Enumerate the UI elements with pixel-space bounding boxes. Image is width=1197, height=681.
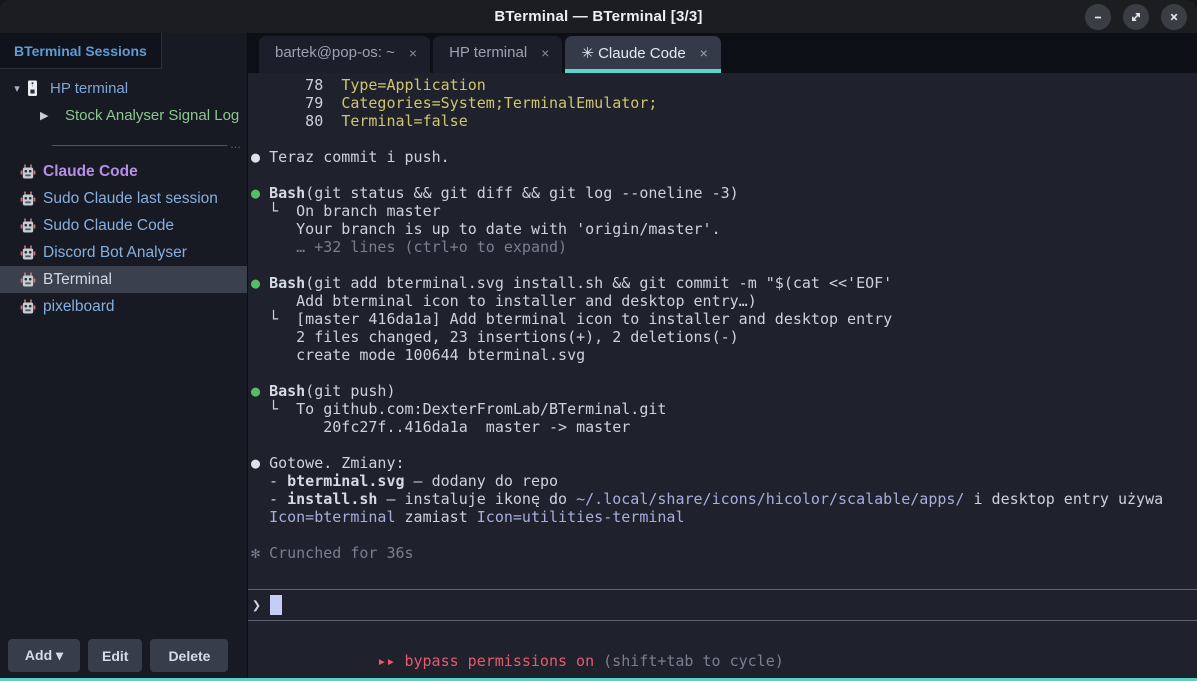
prompt-input[interactable]: ❯ — [248, 589, 1197, 621]
sidebar-session-sudo-claude-code[interactable]: Sudo Claude Code — [0, 212, 247, 239]
sessions-panel-title: BTerminal Sessions — [0, 33, 162, 69]
session-label: Sudo Claude Code — [43, 217, 174, 235]
status-mode-label: bypass permissions on — [404, 652, 594, 670]
sidebar-spacer — [0, 320, 247, 639]
status-arrows-icon: ▸▸ — [377, 652, 404, 670]
app-window: BTerminal — BTerminal [3/3] — [0, 0, 1197, 681]
terminal-line: 79 Categories=System;TerminalEmulator; — [251, 94, 1197, 112]
session-label: BTerminal — [43, 271, 112, 289]
tab-bar: bartek@pop-os: ~×HP terminal×✳ Claude Co… — [248, 33, 1197, 73]
tab-label: bartek@pop-os: ~ — [275, 44, 395, 61]
play-icon: ▶ — [40, 109, 56, 122]
terminal-output: 78 Type=Application 79 Categories=System… — [248, 73, 1197, 562]
sidebar-item-stock-analyser-signal-log[interactable]: ▶ Stock Analyser Signal Log — [0, 102, 247, 129]
close-button[interactable] — [1161, 4, 1187, 30]
terminal-line — [251, 526, 1197, 544]
minimize-button[interactable] — [1085, 4, 1111, 30]
robot-icon — [20, 272, 36, 288]
terminal-view[interactable]: 78 Type=Application 79 Categories=System… — [248, 73, 1197, 678]
tab-hp-terminal[interactable]: HP terminal × — [433, 36, 562, 73]
session-label: pixelboard — [43, 298, 115, 316]
sidebar-session-claude-code[interactable]: Claude Code — [0, 158, 247, 185]
permissions-status: ▸▸ bypass permissions on (shift+tab to c… — [248, 634, 1197, 678]
terminal-line: Add bterminal icon to installer and desk… — [251, 292, 1197, 310]
maximize-icon — [1129, 10, 1143, 24]
session-label: Discord Bot Analyser — [43, 244, 187, 262]
terminal-line: └ To github.com:DexterFromLab/BTerminal.… — [251, 400, 1197, 418]
terminal-line: ● Teraz commit i push. — [251, 148, 1197, 166]
terminal-line: Icon=bterminal zamiast Icon=utilities-te… — [251, 508, 1197, 526]
terminal-line — [251, 364, 1197, 382]
terminal-line — [251, 130, 1197, 148]
edit-button[interactable]: Edit — [88, 639, 142, 672]
terminal-line: - bterminal.svg — dodany do repo — [251, 472, 1197, 490]
window-title: BTerminal — BTerminal [3/3] — [494, 8, 702, 25]
tab-close-icon[interactable]: × — [541, 45, 549, 61]
session-group-label: HP terminal — [50, 80, 128, 97]
tab-label: ✳ Claude Code — [581, 44, 685, 62]
robot-icon — [20, 299, 36, 315]
close-icon — [1167, 10, 1181, 24]
sessions-sidebar: BTerminal Sessions ▾ H — [0, 33, 248, 678]
sidebar-session-sudo-claude-last-session[interactable]: Sudo Claude last session — [0, 185, 247, 212]
computer-icon — [26, 80, 43, 97]
delete-button[interactable]: Delete — [150, 639, 228, 672]
sidebar-divider: … — [52, 142, 241, 148]
terminal-line: - install.sh — instaluje ikonę do ~/.loc… — [251, 490, 1197, 508]
chevron-down-icon[interactable]: ▾ — [8, 82, 26, 95]
window-inner: BTerminal — BTerminal [3/3] — [0, 0, 1197, 678]
terminal-line: ● Bash(git push) — [251, 382, 1197, 400]
tab-bartek-pop-os[interactable]: bartek@pop-os: ~ × — [259, 36, 430, 73]
tab-claude-code[interactable]: ✳ Claude Code × — [565, 36, 720, 73]
terminal-line — [251, 256, 1197, 274]
robot-icon — [20, 245, 36, 261]
terminal-line: └ On branch master — [251, 202, 1197, 220]
titlebar: BTerminal — BTerminal [3/3] — [0, 0, 1197, 33]
tab-close-icon[interactable]: × — [700, 45, 708, 61]
terminal-line: 2 files changed, 23 insertions(+), 2 del… — [251, 328, 1197, 346]
content-area: BTerminal Sessions ▾ H — [0, 33, 1197, 678]
session-list: Claude Code Sudo Claude last session Sud… — [0, 158, 247, 320]
sidebar-session-discord-bot-analyser[interactable]: Discord Bot Analyser — [0, 239, 247, 266]
terminal-line: └ [master 416da1a] Add bterminal icon to… — [251, 310, 1197, 328]
prompt-chevron-icon: ❯ — [252, 596, 261, 614]
terminal-line: 20fc27f..416da1a master -> master — [251, 418, 1197, 436]
minimize-icon — [1091, 10, 1105, 24]
main-area: bartek@pop-os: ~×HP terminal×✳ Claude Co… — [248, 33, 1197, 678]
text-cursor — [270, 595, 282, 615]
divider-line — [52, 145, 227, 146]
tab-close-icon[interactable]: × — [409, 45, 417, 61]
window-controls — [1085, 0, 1187, 33]
maximize-button[interactable] — [1123, 4, 1149, 30]
terminal-line: ✻ Crunched for 36s — [251, 544, 1197, 562]
robot-icon — [20, 164, 36, 180]
divider-dots: … — [230, 142, 241, 148]
terminal-line — [251, 436, 1197, 454]
sidebar-item-hp-terminal[interactable]: ▾ HP terminal — [0, 75, 247, 102]
terminal-line: ● Bash(git status && git diff && git log… — [251, 184, 1197, 202]
terminal-line: 78 Type=Application — [251, 76, 1197, 94]
terminal-line: create mode 100644 bterminal.svg — [251, 346, 1197, 364]
robot-icon — [20, 218, 36, 234]
sidebar-session-pixelboard[interactable]: pixelboard — [0, 293, 247, 320]
sessions-panel-header: BTerminal Sessions — [0, 33, 247, 69]
terminal-line: ● Bash(git add bterminal.svg install.sh … — [251, 274, 1197, 292]
session-label: Claude Code — [43, 163, 138, 181]
terminal-line: … +32 lines (ctrl+o to expand) — [251, 238, 1197, 256]
terminal-line: 80 Terminal=false — [251, 112, 1197, 130]
session-label: Sudo Claude last session — [43, 190, 218, 208]
tab-label: HP terminal — [449, 44, 527, 61]
add-button[interactable]: Add ▾ — [8, 639, 80, 672]
session-child-label: Stock Analyser Signal Log — [65, 107, 239, 124]
sidebar-buttons: Add ▾ Edit Delete — [0, 639, 247, 672]
terminal-line: ● Gotowe. Zmiany: — [251, 454, 1197, 472]
terminal-line — [251, 166, 1197, 184]
terminal-line: Your branch is up to date with 'origin/m… — [251, 220, 1197, 238]
robot-icon — [20, 191, 36, 207]
sidebar-session-bterminal[interactable]: BTerminal — [0, 266, 247, 293]
session-tree: ▾ HP terminal ▶ St — [0, 75, 247, 129]
status-hint-label: (shift+tab to cycle) — [594, 652, 784, 670]
